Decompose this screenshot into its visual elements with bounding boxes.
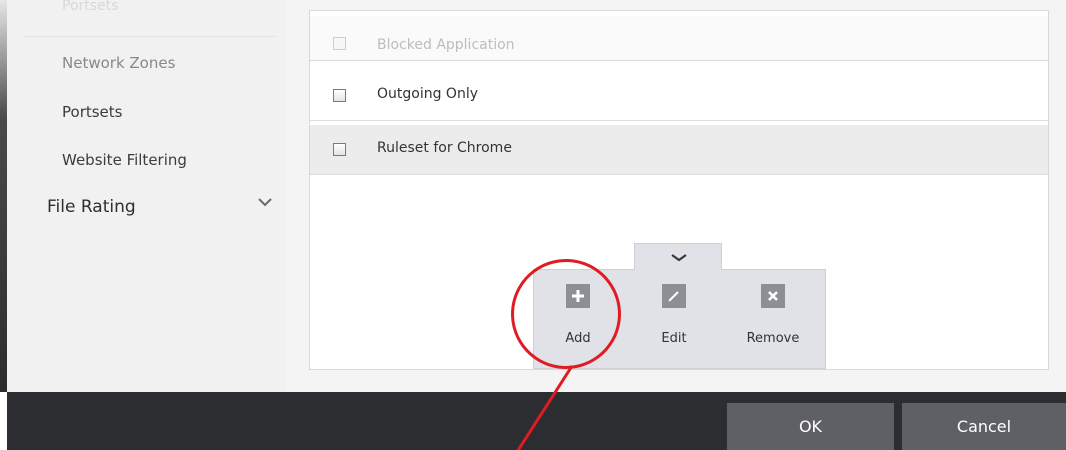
sidebar-item-portsets[interactable]: Portsets (62, 103, 122, 121)
chevron-down-icon[interactable] (258, 197, 272, 207)
sidebar-item-network-zones[interactable]: Network Zones (62, 54, 175, 72)
pencil-icon (668, 291, 679, 302)
chevron-down-icon (671, 254, 687, 262)
sidebar-group-file-rating[interactable]: File Rating (47, 197, 136, 217)
tray-toggle[interactable] (634, 243, 722, 271)
sidebar-item-partial: Portsets (62, 0, 119, 14)
list-item[interactable]: Blocked Application (310, 16, 1048, 61)
window-edge (0, 0, 7, 392)
close-icon (768, 291, 778, 301)
edit-label[interactable]: Edit (656, 331, 692, 346)
row-label: Blocked Application (377, 37, 515, 53)
list-item[interactable]: Outgoing Only (310, 71, 1048, 121)
sidebar-divider (25, 36, 275, 37)
remove-button[interactable] (761, 284, 785, 308)
edit-button[interactable] (662, 284, 686, 308)
cancel-button[interactable]: Cancel (902, 403, 1066, 450)
sidebar: Portsets Network Zones Portsets Website … (7, 0, 286, 392)
list-item-selected[interactable]: Ruleset for Chrome (310, 125, 1048, 175)
row-checkbox[interactable] (333, 143, 346, 156)
remove-label[interactable]: Remove (741, 331, 805, 346)
ok-button[interactable]: OK (727, 403, 894, 450)
row-checkbox[interactable] (333, 37, 346, 50)
row-label: Outgoing Only (377, 86, 479, 102)
tray-joint (635, 268, 721, 271)
row-checkbox[interactable] (333, 89, 346, 102)
row-label: Ruleset for Chrome (377, 140, 512, 156)
sidebar-item-website-filtering[interactable]: Website Filtering (62, 151, 187, 169)
